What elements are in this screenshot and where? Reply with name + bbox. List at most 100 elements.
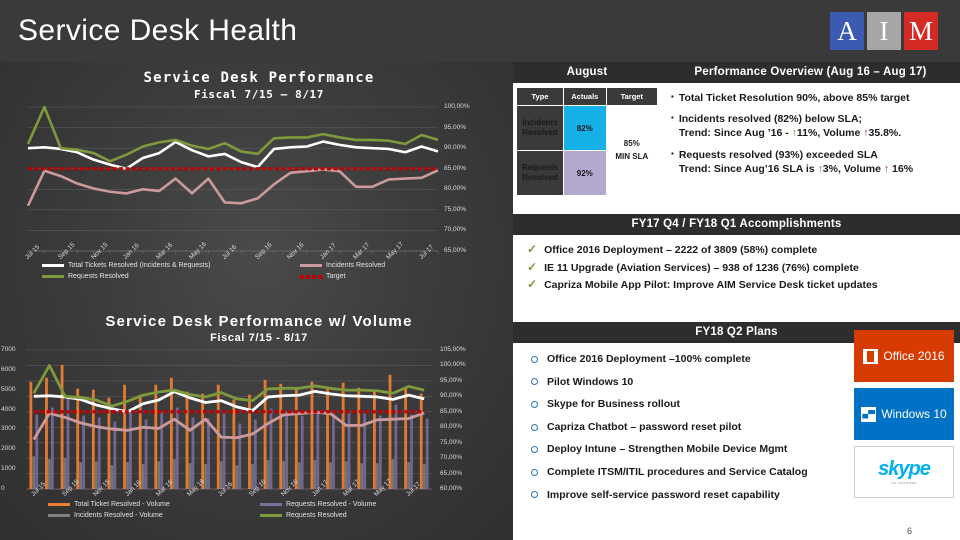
y-tick-label: 70,00%: [444, 226, 467, 234]
chart-top-subtitle: Fiscal 7/15 – 8/17: [193, 88, 324, 101]
logo-card-skype: skype for business: [854, 446, 954, 498]
legend-item: Incidents Resolved - Volume: [48, 512, 163, 519]
legend-swatch: [42, 275, 64, 278]
list-item: ✓ Office 2016 Deployment – 2222 of 3809 (…: [527, 242, 950, 258]
bullet-volume: 35.8%.: [868, 127, 902, 140]
legend-label: Requests Resolved: [68, 273, 129, 280]
target-note: MIN SLA: [615, 151, 649, 161]
bullet-line-1: Requests resolved (93%) exceeded SLA: [678, 148, 878, 161]
accomplishment-text: Capriza Mobile App Pilot: Improve AIM Se…: [544, 279, 878, 292]
legend-swatch: [42, 264, 64, 267]
logo-card-label: Windows 10: [881, 407, 947, 421]
bullet-text: Total Ticket Resolution 90%, above 85% t…: [678, 92, 910, 104]
page-number: 6: [906, 526, 912, 536]
product-logo-cards: Office 2016 Windows 10 skype for busines…: [854, 330, 954, 504]
logo-letter-a: A: [830, 12, 864, 50]
logo-card-windows-10: Windows 10: [854, 388, 954, 440]
y-tick-label: 65,00%: [444, 247, 467, 254]
plan-text: Office 2016 Deployment –100% complete: [547, 353, 751, 365]
slide-title-bar: Service Desk Health A I M: [0, 0, 960, 62]
legend-label: Target: [326, 273, 346, 280]
y-tick-label-right: 65,00%: [440, 469, 463, 477]
performance-overview-bullets: ▪ Total Ticket Resolution 90%, above 85%…: [661, 83, 960, 176]
windows-icon: [861, 406, 877, 422]
legend-swatch: [300, 274, 322, 279]
chart-top-title: Service Desk Performance: [143, 70, 375, 86]
target-value: 85%: [623, 138, 640, 148]
y-tick-label-left: 1000: [1, 465, 16, 473]
y-tick-label: 75,00%: [444, 205, 467, 213]
circle-bullet-icon: [531, 400, 538, 408]
plans-list: Office 2016 Deployment –100% complete Pil…: [513, 343, 853, 501]
circle-bullet-icon: [531, 446, 538, 454]
accomplishment-text: IE 11 Upgrade (Aviation Services) – 938 …: [544, 261, 859, 274]
page-title: Service Desk Health: [18, 14, 298, 47]
value-requests-resolved: 92%: [563, 150, 607, 196]
y-tick-label-left: 0: [1, 485, 5, 492]
check-icon: ✓: [527, 259, 538, 274]
legend-item: Requests Resolved: [260, 512, 347, 519]
y-tick-label: 95,00%: [444, 123, 467, 131]
y-tick-label-left: 5000: [1, 385, 16, 393]
summary-panel: August Type Actuals Target Incidents Res…: [513, 62, 960, 540]
legend-swatch: [260, 514, 282, 517]
legend-label: Total Ticket Resolved - Volume: [74, 501, 170, 508]
legend-item: Requests Resolved - Volume: [260, 501, 376, 508]
performance-overview-heading: Performance Overview (Aug 16 – Aug 17): [661, 62, 960, 83]
square-bullet-icon: ▪: [671, 92, 674, 101]
y-tick-label-right: 70,00%: [440, 454, 463, 462]
performance-overview-box: Performance Overview (Aug 16 – Aug 17) ▪…: [661, 62, 960, 183]
y-tick-label-right: 100,00%: [440, 361, 466, 369]
y-tick-label-right: 85,00%: [440, 407, 463, 415]
check-icon: ✓: [527, 277, 538, 292]
y-tick-label: 100,00%: [444, 103, 470, 110]
office-icon: [863, 348, 879, 364]
list-item: ▪ Total Ticket Resolution 90%, above 85%…: [671, 91, 952, 105]
circle-bullet-icon: [531, 355, 538, 363]
august-heading: August: [513, 62, 661, 83]
accomplishments-box: FY17 Q4 / FY18 Q1 Accomplishments ✓ Offic…: [513, 214, 960, 296]
accomplishment-text: Office 2016 Deployment – 2222 of 3809 (5…: [544, 244, 818, 256]
y-tick-label: 85,00%: [444, 164, 467, 172]
logo-card-label: Office 2016: [883, 349, 945, 363]
y-tick-label: 80,00%: [444, 185, 467, 193]
circle-bullet-icon: [531, 378, 538, 386]
plans-box: FY18 Q2 Plans Office 2016 Deployment –10…: [513, 322, 960, 540]
bullet-volume-prefix: , Volume: [817, 127, 861, 140]
legend-item: Incidents Resolved: [300, 262, 385, 269]
chart-bottom-subtitle: Fiscal 7/15 - 8/17: [210, 332, 308, 344]
plan-text: Skype for Business rollout: [547, 398, 681, 411]
plan-text: Pilot Windows 10: [547, 375, 634, 388]
legend-label: Requests Resolved - Volume: [286, 501, 377, 508]
bullet-trend-prefix: Trend: Since Aug ’16 -: [678, 127, 789, 140]
legend-swatch: [48, 503, 70, 506]
logo-card-office-2016: Office 2016: [854, 330, 954, 382]
legend-item: Requests Resolved: [42, 273, 129, 280]
list-item: Capriza Chatbot – password reset pilot: [531, 421, 853, 434]
bullet-pct: 3%: [822, 162, 838, 175]
col-type: Type: [516, 87, 564, 106]
y-tick-label-right: 105,00%: [440, 346, 466, 353]
col-target: Target: [605, 87, 659, 106]
legend-swatch: [260, 503, 282, 506]
list-item: Complete ITSM/ITIL procedures and Servic…: [531, 466, 853, 479]
list-item: ▪ Incidents resolved (82%) below SLA; Tr…: [671, 112, 952, 140]
legend-label: Requests Resolved: [286, 512, 347, 519]
y-tick-label-left: 7000: [1, 346, 16, 353]
y-tick-label-left: 2000: [1, 445, 16, 453]
bullet-trend-prefix: Trend: Since Aug’16 SLA is: [678, 162, 815, 175]
plan-text: Capriza Chatbot – password reset pilot: [547, 420, 742, 433]
legend-label: Total Tickets Resolved (Incidents & Requ…: [68, 262, 211, 269]
plan-text: Complete ITSM/ITIL procedures and Servic…: [547, 465, 808, 478]
col-actuals: Actuals: [563, 87, 607, 106]
chart-bottom-title: Service Desk Performance w/ Volume: [105, 313, 413, 330]
aim-logo: A I M: [830, 12, 938, 50]
y-tick-label-right: 95,00%: [440, 376, 463, 384]
list-item: Improve self-service password reset capa…: [531, 489, 853, 502]
legend-label: Incidents Resolved: [326, 262, 386, 269]
circle-bullet-icon: [531, 468, 538, 476]
bullet-text: Requests resolved (93%) exceeded SLA Tre…: [679, 148, 913, 176]
list-item: Pilot Windows 10: [531, 376, 853, 389]
legend-item: Total Tickets Resolved (Incidents & Requ…: [42, 262, 210, 269]
charts-panel: Service Desk Performance Fiscal 7/15 – 8…: [0, 62, 518, 540]
